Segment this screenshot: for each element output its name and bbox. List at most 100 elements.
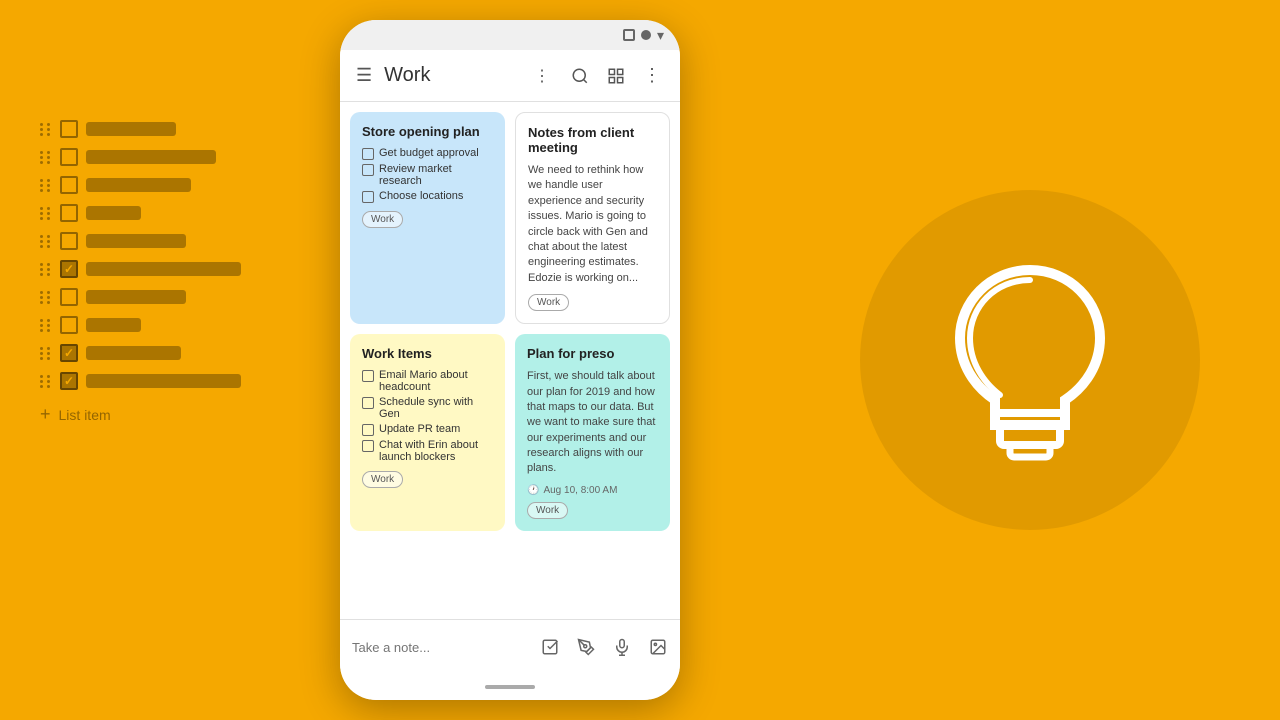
checkbox[interactable] (60, 316, 78, 334)
home-bar (485, 685, 535, 689)
note-store-opening[interactable]: Store opening plan Get budget approval R… (350, 112, 505, 324)
keep-logo-panel (860, 190, 1200, 530)
checkbox (362, 397, 374, 409)
search-icon[interactable] (564, 60, 596, 92)
list-item-text-bar (86, 122, 176, 136)
check-item: Choose locations (362, 190, 493, 203)
note-work-items[interactable]: Work Items Email Mario about headcount S… (350, 334, 505, 531)
list-item (40, 148, 241, 166)
checkbox (362, 424, 374, 436)
note-checklist: Get budget approval Review market resear… (362, 147, 493, 203)
drag-handle-icon[interactable] (40, 151, 52, 164)
header-more-left-icon[interactable]: ⋮ (528, 62, 556, 90)
list-item (40, 344, 241, 362)
drag-handle-icon[interactable] (40, 207, 52, 220)
checkbox[interactable] (60, 204, 78, 222)
home-indicator (340, 674, 680, 700)
image-icon[interactable] (644, 633, 672, 661)
note-timestamp: 🕐 Aug 10, 8:00 AM (527, 485, 658, 496)
drag-handle-icon[interactable] (40, 347, 52, 360)
check-item: Chat with Erin about launch blockers (362, 439, 493, 463)
drag-handle-icon[interactable] (40, 123, 52, 136)
checkbox[interactable] (60, 120, 78, 138)
app-header: ☰ Work ⋮ ⋮ (340, 50, 680, 102)
list-item-text-bar (86, 290, 186, 304)
drag-handle-icon[interactable] (40, 291, 52, 304)
checkbox[interactable] (60, 372, 78, 390)
add-item-row[interactable]: + List item (40, 404, 241, 425)
check-item: Update PR team (362, 423, 493, 436)
list-item-text-bar (86, 262, 241, 276)
checkbox (362, 164, 374, 176)
list-item-text-bar (86, 234, 186, 248)
checkbox[interactable] (60, 288, 78, 306)
mic-icon[interactable] (608, 633, 636, 661)
note-title: Store opening plan (362, 124, 493, 139)
checkbox[interactable] (60, 232, 78, 250)
add-icon: + (40, 404, 51, 425)
list-item (40, 316, 241, 334)
checkbox (362, 370, 374, 382)
note-tag[interactable]: Work (527, 502, 568, 519)
list-item (40, 372, 241, 390)
layout-icon[interactable] (600, 60, 632, 92)
check-item: Get budget approval (362, 147, 493, 160)
note-plan-preso[interactable]: Plan for preso First, we should talk abo… (515, 334, 670, 531)
notes-grid: Store opening plan Get budget approval R… (350, 112, 670, 531)
list-item (40, 120, 241, 138)
status-indicator (623, 29, 635, 41)
header-icons-group: ⋮ (564, 60, 668, 92)
note-title: Work Items (362, 346, 493, 361)
left-checklist: + List item (40, 120, 241, 425)
checkbox (362, 148, 374, 160)
drag-handle-icon[interactable] (40, 179, 52, 192)
list-item-text-bar (86, 178, 191, 192)
list-item (40, 204, 241, 222)
checkbox (362, 440, 374, 452)
list-item (40, 232, 241, 250)
note-checklist: Email Mario about headcount Schedule syn… (362, 369, 493, 463)
list-item-text-bar (86, 346, 181, 360)
note-body: First, we should talk about our plan for… (527, 369, 658, 477)
list-item (40, 176, 241, 194)
drag-handle-icon[interactable] (40, 375, 52, 388)
drag-handle-icon[interactable] (40, 263, 52, 276)
notes-area[interactable]: Store opening plan Get budget approval R… (340, 102, 680, 619)
drag-handle-icon[interactable] (40, 319, 52, 332)
phone-mockup: ▾ ☰ Work ⋮ ⋮ Store opening plan G (340, 20, 680, 700)
bottom-input-bar (340, 619, 680, 674)
add-item-label: List item (59, 407, 111, 423)
check-item: Review market research (362, 163, 493, 187)
list-item (40, 288, 241, 306)
checkbox[interactable] (60, 260, 78, 278)
take-note-input[interactable] (352, 640, 528, 655)
note-tag[interactable]: Work (528, 294, 569, 311)
logo-circle (860, 190, 1200, 530)
drag-handle-icon[interactable] (40, 235, 52, 248)
status-chevron: ▾ (657, 27, 664, 44)
bottom-icons (536, 633, 672, 661)
check-item: Email Mario about headcount (362, 369, 493, 393)
note-client-meeting[interactable]: Notes from client meeting We need to ret… (515, 112, 670, 324)
menu-icon[interactable]: ☰ (352, 61, 376, 90)
draw-icon[interactable] (572, 633, 600, 661)
checkbox-icon[interactable] (536, 633, 564, 661)
checkbox[interactable] (60, 148, 78, 166)
list-item-text-bar (86, 206, 141, 220)
note-title: Plan for preso (527, 346, 658, 361)
status-dot (641, 30, 651, 40)
checkbox (362, 191, 374, 203)
lightbulb-icon (930, 250, 1130, 470)
checkbox[interactable] (60, 176, 78, 194)
app-title: Work (384, 64, 520, 87)
phone-status-bar: ▾ (340, 20, 680, 50)
clock-icon: 🕐 (527, 485, 539, 496)
more-options-icon[interactable]: ⋮ (636, 60, 668, 92)
note-title: Notes from client meeting (528, 125, 657, 155)
checkbox[interactable] (60, 344, 78, 362)
note-body: We need to rethink how we handle user ex… (528, 163, 657, 286)
note-tag[interactable]: Work (362, 471, 403, 488)
list-item-text-bar (86, 318, 141, 332)
note-tag[interactable]: Work (362, 211, 403, 228)
list-item (40, 260, 241, 278)
